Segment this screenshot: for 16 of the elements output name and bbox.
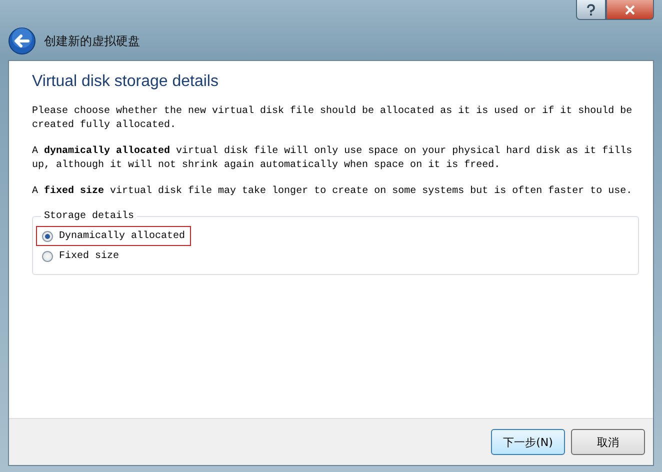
description-text: A dynamically allocated virtual disk file will only use space on your physical hard disk as it fills up, although it will not shrink again automatically when space on it is freed. [32,145,634,173]
page-heading: Virtual disk storage details [32,73,220,91]
option-label: Dynamically allocated [59,230,186,242]
radio-icon[interactable] [42,230,53,242]
dialog-button[interactable]: 下一步(N) [491,429,565,455]
description-text: A fixed size virtual disk file may take longer to create on some systems but is often faster to use. [32,185,634,199]
help-icon[interactable] [576,0,606,20]
dialog-button[interactable]: 取消 [571,429,645,455]
window-title: 创建新的虚拟硬盘 [44,32,140,50]
close-icon[interactable] [606,0,654,20]
option-label: Fixed size [59,250,120,262]
description-text: Please choose whether the new virtual disk file should be allocated as it is used or if it should be created fully allocated. [32,105,634,133]
group-label: Storage details [43,211,136,222]
radio-icon[interactable] [42,250,53,262]
radio-option[interactable]: Fixed size [36,246,126,266]
radio-option[interactable]: Dynamically allocated [36,226,192,246]
